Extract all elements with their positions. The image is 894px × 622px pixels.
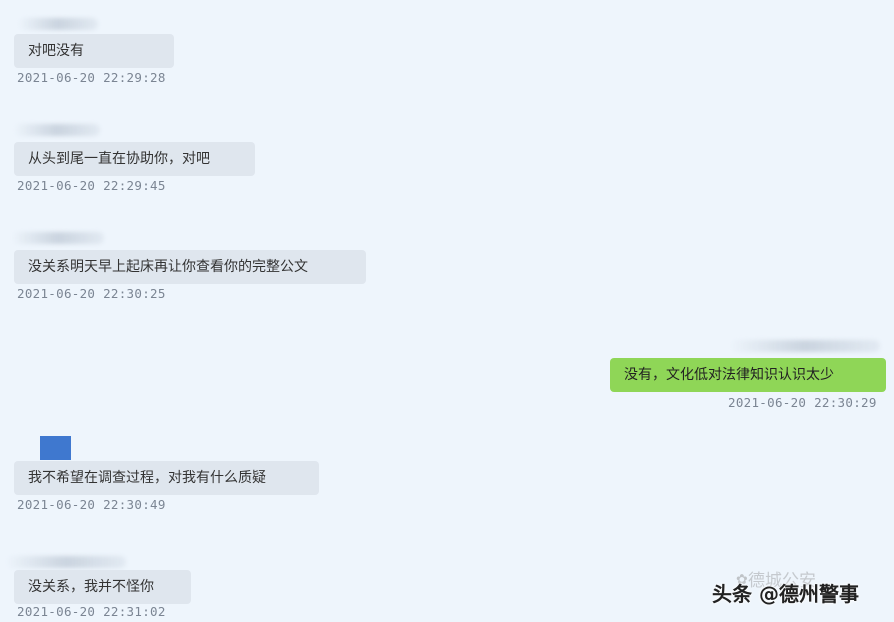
message-timestamp: 2021-06-20 22:29:28 [17, 70, 166, 85]
message-timestamp: 2021-06-20 22:29:45 [17, 178, 166, 193]
message-timestamp: 2021-06-20 22:30:25 [17, 286, 166, 301]
message-timestamp: 2021-06-20 22:30:29 [728, 395, 877, 410]
message-bubble[interactable]: 没关系，我并不怪你 [14, 570, 191, 604]
message-timestamp: 2021-06-20 22:30:49 [17, 497, 166, 512]
message-bubble[interactable]: 我不希望在调查过程，对我有什么质疑 [14, 461, 319, 495]
message-bubble[interactable]: 没关系明天早上起床再让你查看你的完整公文 [14, 250, 366, 284]
message-timestamp: 2021-06-20 22:31:02 [17, 604, 166, 619]
avatar[interactable] [40, 436, 71, 460]
redacted-sender-name [18, 18, 98, 30]
message-bubble[interactable]: 从头到尾一直在协助你，对吧 [14, 142, 255, 176]
outgoing-message-bubble[interactable]: 没有，文化低对法律知识认识太少 [610, 358, 886, 392]
redacted-sender-name [12, 232, 104, 244]
watermark: 头条 @德州警事 [712, 582, 859, 606]
redacted-sender-name [14, 124, 100, 136]
message-bubble[interactable]: 对吧没有 [14, 34, 174, 68]
redacted-sender-name [6, 556, 126, 568]
redacted-sender-name [730, 340, 880, 352]
